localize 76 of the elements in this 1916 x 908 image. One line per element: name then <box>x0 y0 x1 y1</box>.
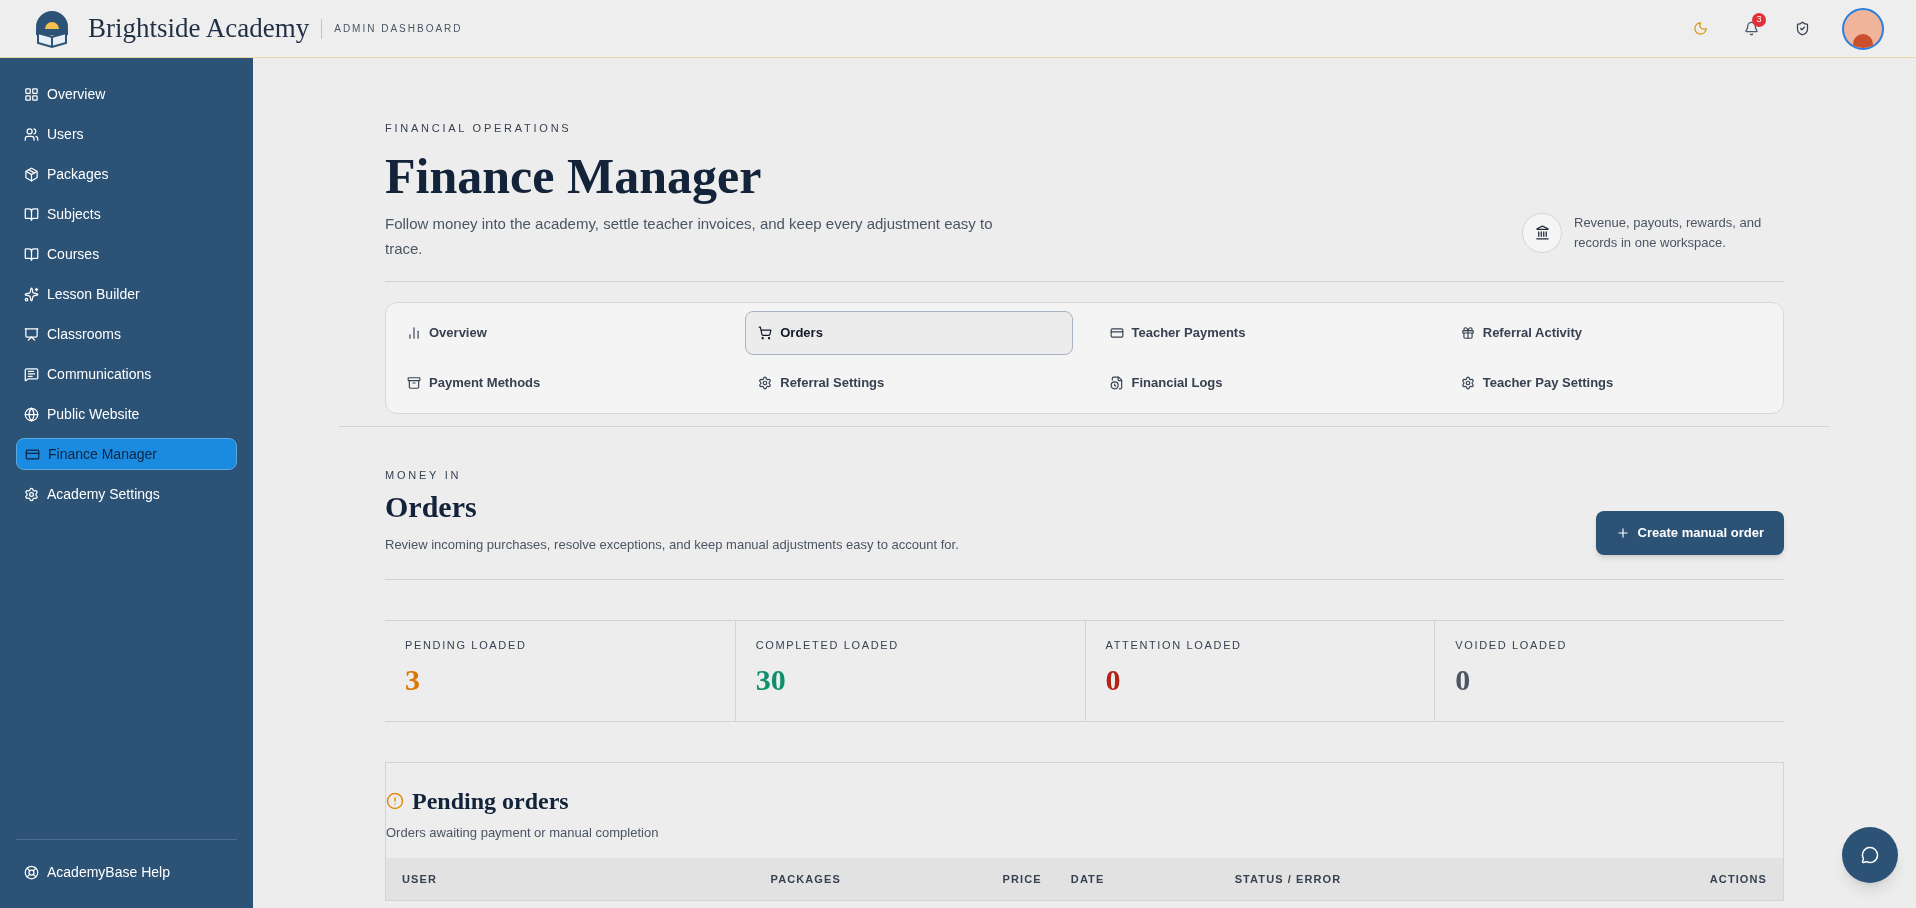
page-description: Follow money into the academy, settle teacher invoices, and keep every adjustment easy to trace. <box>385 213 994 259</box>
bar-chart-icon <box>407 325 421 340</box>
shield-icon <box>1795 21 1810 36</box>
card-icon <box>1109 325 1124 340</box>
tab[interactable]: Payment Methods <box>394 360 722 405</box>
moon-icon <box>1693 21 1708 36</box>
stat-label: ATTENTION LOADED <box>1105 637 1243 653</box>
sidebar-item[interactable]: Finance Manager <box>16 438 237 470</box>
plus-icon <box>1615 525 1630 540</box>
archive-icon <box>407 375 421 390</box>
dashboard-subtitle: ADMIN DASHBOARD <box>334 22 463 36</box>
tab[interactable]: Teacher Payments <box>1096 310 1424 355</box>
column-header: PRICE <box>1002 871 1043 887</box>
column-header: USER <box>402 871 438 887</box>
settings-icon <box>24 486 39 502</box>
grid-icon <box>24 86 39 102</box>
create-order-button[interactable]: Create manual order <box>1595 510 1784 555</box>
tab[interactable]: Orders <box>745 310 1073 355</box>
column-header: DATE <box>1070 871 1106 887</box>
bell-icon <box>1744 21 1759 36</box>
page-eyebrow: FINANCIAL OPERATIONS <box>385 121 573 136</box>
stat-value: 0 <box>1105 662 1122 698</box>
settings-icon <box>758 375 773 390</box>
tab[interactable]: Teacher Pay Settings <box>1447 360 1775 405</box>
stat-label: COMPLETED LOADED <box>755 637 900 653</box>
box-icon <box>24 166 39 182</box>
chat-icon <box>1861 846 1879 864</box>
stat-value: 0 <box>1455 662 1472 698</box>
file-clock-icon <box>1109 375 1124 390</box>
section-eyebrow: MONEY IN <box>385 467 463 483</box>
pending-orders-title: Pending orders <box>412 786 569 816</box>
column-header: STATUS / ERROR <box>1234 871 1343 887</box>
lifebuoy-icon <box>24 864 39 880</box>
workspace-note: Revenue, payouts, rewards, and records in one workspace. <box>1574 213 1763 252</box>
stat-label: VOIDED LOADED <box>1455 637 1569 653</box>
pending-orders-description: Orders awaiting payment or manual completion <box>386 823 660 842</box>
help-link[interactable]: AcademyBase Help <box>16 856 178 888</box>
page-title: Finance Manager <box>385 146 763 206</box>
sidebar-item[interactable]: Academy Settings <box>16 478 237 510</box>
sidebar-item[interactable]: Packages <box>16 158 237 190</box>
stat-label: PENDING LOADED <box>405 637 528 653</box>
alert-icon <box>386 791 404 810</box>
settings-icon <box>1460 375 1475 390</box>
section-description: Review incoming purchases, resolve exceptions, and keep manual adjustments easy to account for. <box>385 536 959 554</box>
easel-icon <box>24 326 39 342</box>
sidebar-item[interactable]: Classrooms <box>16 318 237 350</box>
sidebar-item[interactable]: Subjects <box>16 198 237 230</box>
stat-value: 30 <box>755 662 787 698</box>
gift-icon <box>1460 325 1475 340</box>
book-icon <box>24 206 39 222</box>
tab[interactable]: Referral Settings <box>745 360 1073 405</box>
book-icon <box>24 246 39 262</box>
sidebar-item[interactable]: Courses <box>16 238 237 270</box>
brand-name: Brightside Academy <box>88 12 310 46</box>
column-header: PACKAGES <box>770 871 842 887</box>
sparkles-icon <box>24 286 39 302</box>
tab[interactable]: Overview <box>394 310 722 355</box>
sidebar-item[interactable]: Communications <box>16 358 237 390</box>
sidebar-item[interactable]: Lesson Builder <box>16 278 237 310</box>
tab[interactable]: Referral Activity <box>1447 310 1775 355</box>
chat-button[interactable] <box>1842 827 1898 883</box>
card-icon <box>25 446 40 462</box>
stat-value: 3 <box>405 662 421 698</box>
section-title: Orders <box>385 489 478 525</box>
tab[interactable]: Financial Logs <box>1096 360 1424 405</box>
user-avatar[interactable] <box>1842 7 1884 50</box>
cart-icon <box>758 325 773 340</box>
notification-count: 3 <box>1752 13 1766 27</box>
message-icon <box>24 366 39 382</box>
sidebar-item[interactable]: Overview <box>16 78 237 110</box>
sidebar-item[interactable]: Users <box>16 118 237 150</box>
bank-icon <box>1522 212 1562 253</box>
sidebar-item[interactable]: Public Website <box>16 398 237 430</box>
users-icon <box>24 126 39 142</box>
globe-icon <box>24 406 39 422</box>
column-header: ACTIONS <box>1709 871 1767 887</box>
